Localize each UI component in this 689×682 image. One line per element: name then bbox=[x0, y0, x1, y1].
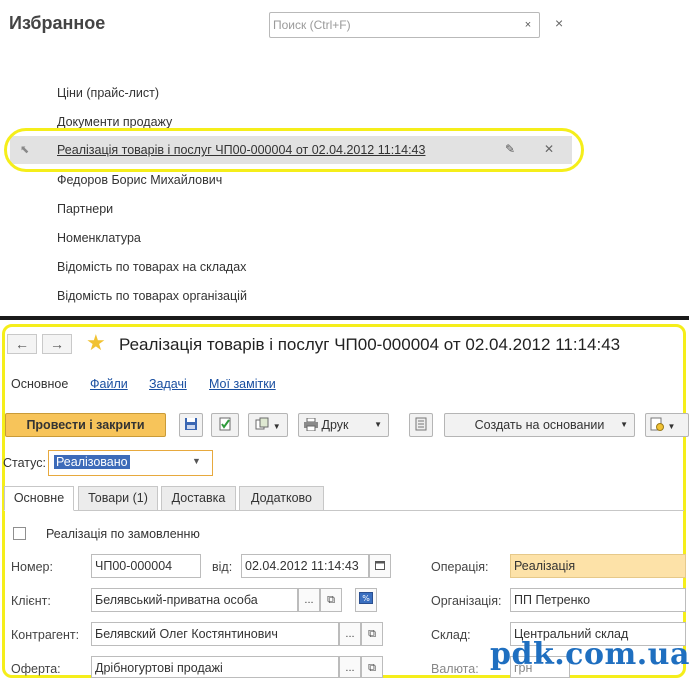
status-value[interactable]: Реалізовано bbox=[54, 455, 130, 469]
organization-field[interactable]: ПП Петренко bbox=[510, 588, 686, 612]
discount-icon[interactable]: % bbox=[355, 588, 377, 612]
counterparty-label: Контрагент: bbox=[11, 628, 80, 642]
document-title: Реалізація товарів і послуг ЧП00-000004 … bbox=[119, 335, 621, 354]
svg-text:%: % bbox=[362, 594, 370, 603]
counterparty-field[interactable]: Белявский Олег Костянтинович bbox=[91, 622, 339, 646]
favorite-item-org-stock-report[interactable]: Відомість по товарах організацій bbox=[57, 289, 247, 303]
structure-icon[interactable] bbox=[409, 413, 433, 437]
section-notes-link[interactable]: Мої замітки bbox=[209, 377, 276, 391]
section-files-link[interactable]: Файли bbox=[90, 377, 128, 391]
organization-label: Організація: bbox=[431, 594, 502, 608]
date-label: від: bbox=[212, 560, 233, 574]
favorite-item-fedorov[interactable]: Федоров Борис Михайлович bbox=[57, 173, 222, 187]
warehouse-label: Склад: bbox=[431, 628, 471, 642]
tab-main[interactable]: Основне bbox=[4, 486, 74, 511]
section-tasks-link[interactable]: Задачі bbox=[149, 377, 187, 391]
section-main[interactable]: Основное bbox=[11, 377, 68, 391]
forward-button[interactable]: → bbox=[42, 334, 72, 354]
reports-button[interactable]: ▼ bbox=[645, 413, 689, 437]
divider bbox=[0, 316, 689, 320]
favorite-item-prices[interactable]: Ціни (прайс-лист) bbox=[57, 86, 159, 100]
client-open-icon[interactable]: ⧉ bbox=[320, 588, 342, 612]
date-field[interactable]: 02.04.2012 11:14:43 bbox=[241, 554, 369, 578]
post-and-close-button[interactable]: Провести і закрити bbox=[5, 413, 166, 437]
back-button[interactable]: ← bbox=[7, 334, 37, 354]
create-based-on-label: Создать на основании bbox=[474, 418, 605, 432]
number-label: Номер: bbox=[11, 560, 53, 574]
favorites-search-input[interactable] bbox=[273, 16, 513, 33]
highlight-oval bbox=[4, 128, 584, 172]
related-docs-button[interactable]: ▼ bbox=[248, 413, 288, 437]
print-label: Друк bbox=[321, 418, 349, 432]
status-label: Статус: bbox=[3, 456, 46, 470]
client-field[interactable]: Белявський-приватна особа bbox=[91, 588, 298, 612]
chevron-down-icon: ▼ bbox=[667, 422, 676, 431]
client-label: Клієнт: bbox=[11, 594, 51, 608]
number-field[interactable]: ЧП00-000004 bbox=[91, 554, 201, 578]
tab-goods[interactable]: Товари (1) bbox=[78, 486, 158, 511]
by-order-checkbox[interactable] bbox=[13, 527, 26, 540]
offer-open-icon[interactable]: ⧉ bbox=[361, 656, 383, 678]
chevron-down-icon[interactable]: ▼ bbox=[192, 456, 201, 466]
calendar-icon[interactable] bbox=[369, 554, 391, 578]
favorites-search-box[interactable] bbox=[269, 12, 519, 38]
printer-icon bbox=[304, 417, 318, 432]
favorites-title: Избранное bbox=[9, 13, 106, 33]
counterparty-select-button[interactable]: ... bbox=[339, 622, 361, 646]
by-order-label: Реалізація по замовленню bbox=[46, 527, 200, 541]
offer-select-button[interactable]: ... bbox=[339, 656, 361, 678]
report-icon bbox=[650, 417, 664, 431]
chevron-down-icon: ▼ bbox=[374, 420, 382, 429]
favorite-item-nomenclature[interactable]: Номенклатура bbox=[57, 231, 141, 245]
watermark: pdk.com.ua bbox=[490, 637, 689, 672]
create-based-on-button[interactable]: Создать на основании ▼ bbox=[444, 413, 635, 437]
favorite-item-stock-report[interactable]: Відомість по товарах на складах bbox=[57, 260, 246, 274]
chevron-down-icon: ▼ bbox=[620, 420, 628, 429]
offer-field[interactable]: Дрібногуртові продажі bbox=[91, 656, 339, 678]
search-clear-icon[interactable]: × bbox=[517, 12, 540, 38]
operation-label: Операція: bbox=[431, 560, 489, 574]
chevron-down-icon: ▼ bbox=[272, 422, 281, 431]
tab-additional[interactable]: Додатково bbox=[239, 486, 324, 511]
client-select-button[interactable]: ... bbox=[298, 588, 320, 612]
favorite-item-partners[interactable]: Партнери bbox=[57, 202, 113, 216]
print-button[interactable]: Друк ▼ bbox=[298, 413, 389, 437]
operation-field[interactable]: Реалізація bbox=[510, 554, 686, 578]
close-icon[interactable]: × bbox=[555, 15, 563, 31]
favorite-star-icon[interactable]: ★ bbox=[86, 332, 106, 354]
counterparty-open-icon[interactable]: ⧉ bbox=[361, 622, 383, 646]
offer-label: Оферта: bbox=[11, 662, 61, 676]
favorite-item-sales-docs[interactable]: Документи продажу bbox=[57, 115, 172, 129]
currency-label: Валюта: bbox=[431, 662, 479, 676]
tab-delivery[interactable]: Доставка bbox=[161, 486, 236, 511]
post-document-icon[interactable] bbox=[211, 413, 239, 437]
save-icon[interactable] bbox=[179, 413, 203, 437]
